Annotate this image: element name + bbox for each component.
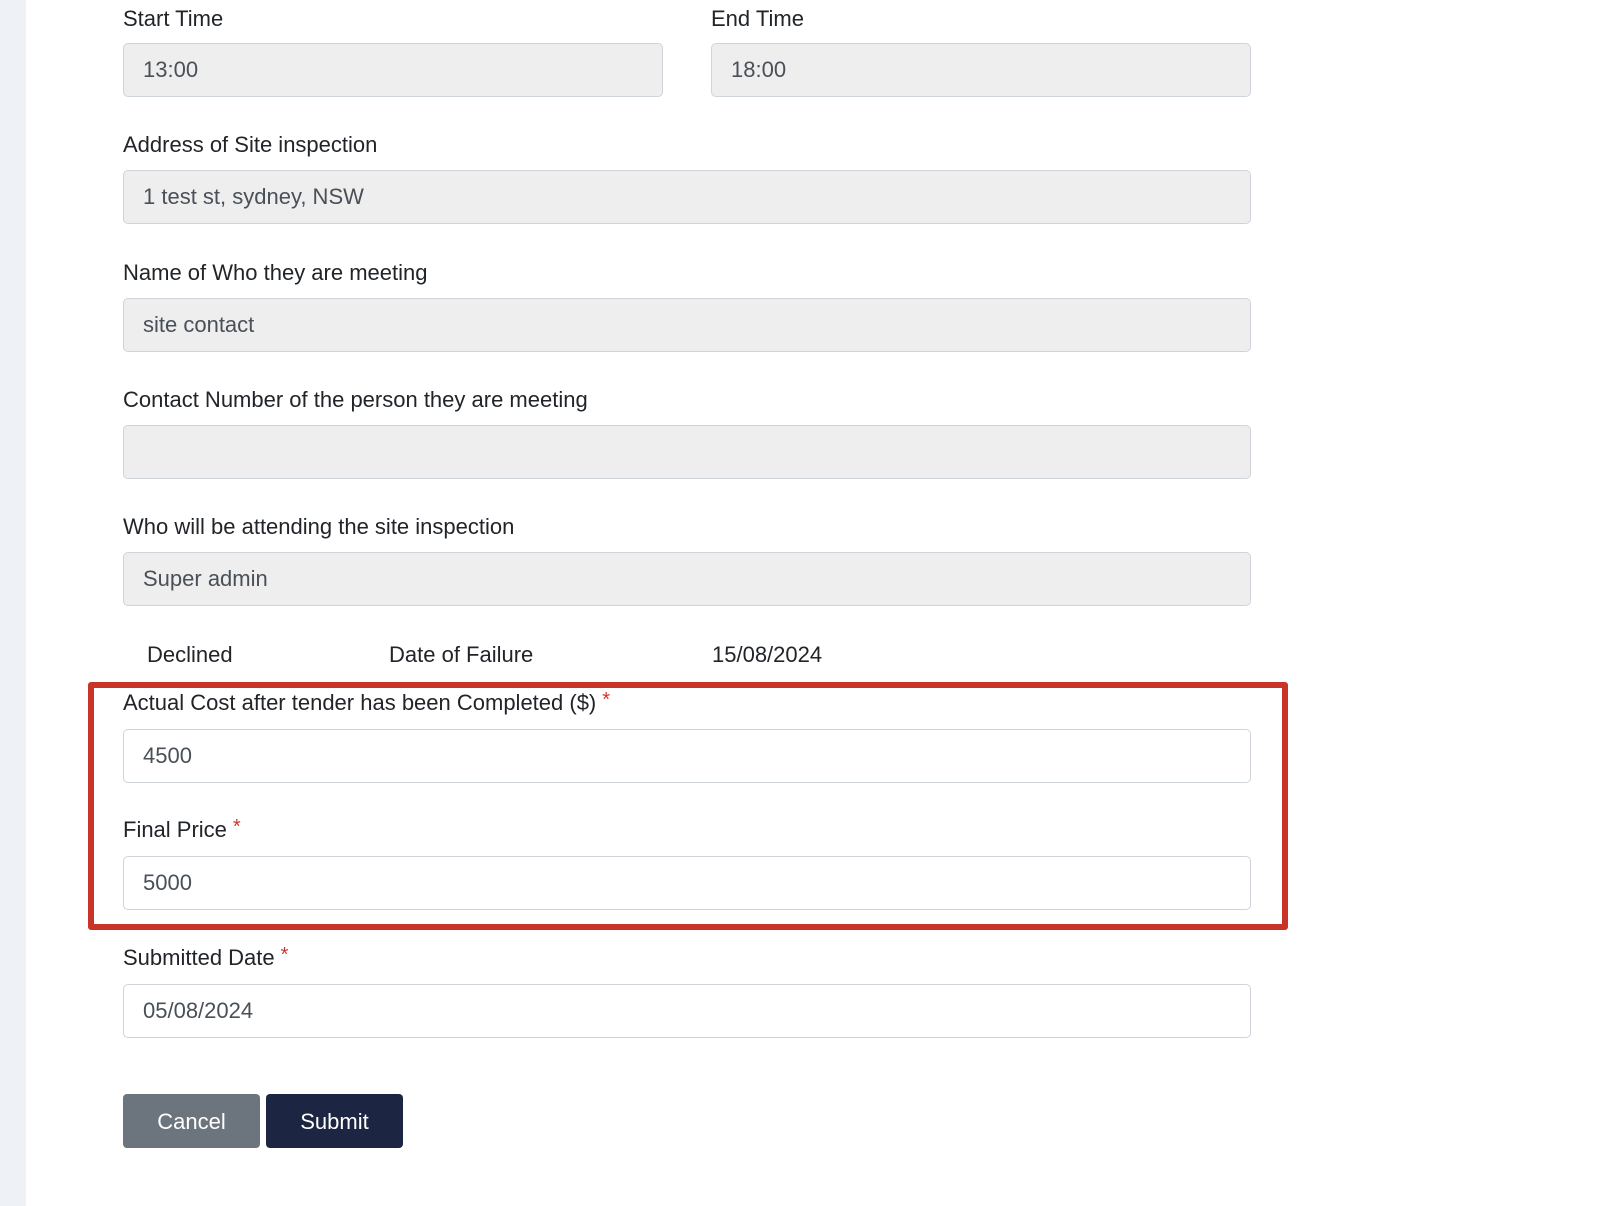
required-asterisk: * — [280, 944, 289, 966]
start-time-label: Start Time — [123, 6, 224, 31]
end-time-label: End Time — [711, 6, 804, 31]
contact-number-label: Contact Number of the person they are me… — [123, 387, 588, 412]
submitted-date-label: Submitted Date * — [123, 945, 288, 971]
actual-cost-label: Actual Cost after tender has been Comple… — [123, 690, 610, 716]
submit-button[interactable]: Submit — [266, 1094, 403, 1148]
attendee-field[interactable]: Super admin — [123, 552, 1251, 606]
required-asterisk: * — [602, 689, 611, 711]
attendee-label: Who will be attending the site inspectio… — [123, 514, 515, 539]
contact-number-field[interactable] — [123, 425, 1251, 479]
start-time-field[interactable]: 13:00 — [123, 43, 663, 97]
date-of-failure-label: Date of Failure — [389, 642, 534, 667]
final-price-label: Final Price * — [123, 817, 241, 843]
end-time-field[interactable]: 18:00 — [711, 43, 1251, 97]
cancel-button[interactable]: Cancel — [123, 1094, 260, 1148]
final-price-input[interactable]: 5000 — [123, 856, 1251, 910]
status-declined: Declined — [147, 642, 233, 667]
required-asterisk: * — [232, 816, 241, 838]
site-inspection-form: Start Time 13:00 End Time 18:00 Address … — [0, 0, 1620, 1206]
address-label: Address of Site inspection — [123, 132, 378, 157]
date-of-failure-value: 15/08/2024 — [712, 642, 823, 667]
submitted-date-label-text: Submitted Date — [123, 945, 275, 970]
final-price-label-text: Final Price — [123, 817, 227, 842]
address-field[interactable]: 1 test st, sydney, NSW — [123, 170, 1251, 224]
submitted-date-input[interactable]: 05/08/2024 — [123, 984, 1251, 1038]
meeting-name-label: Name of Who they are meeting — [123, 260, 428, 285]
actual-cost-label-text: Actual Cost after tender has been Comple… — [123, 690, 597, 715]
actual-cost-input[interactable]: 4500 — [123, 729, 1251, 783]
meeting-name-field[interactable]: site contact — [123, 298, 1251, 352]
